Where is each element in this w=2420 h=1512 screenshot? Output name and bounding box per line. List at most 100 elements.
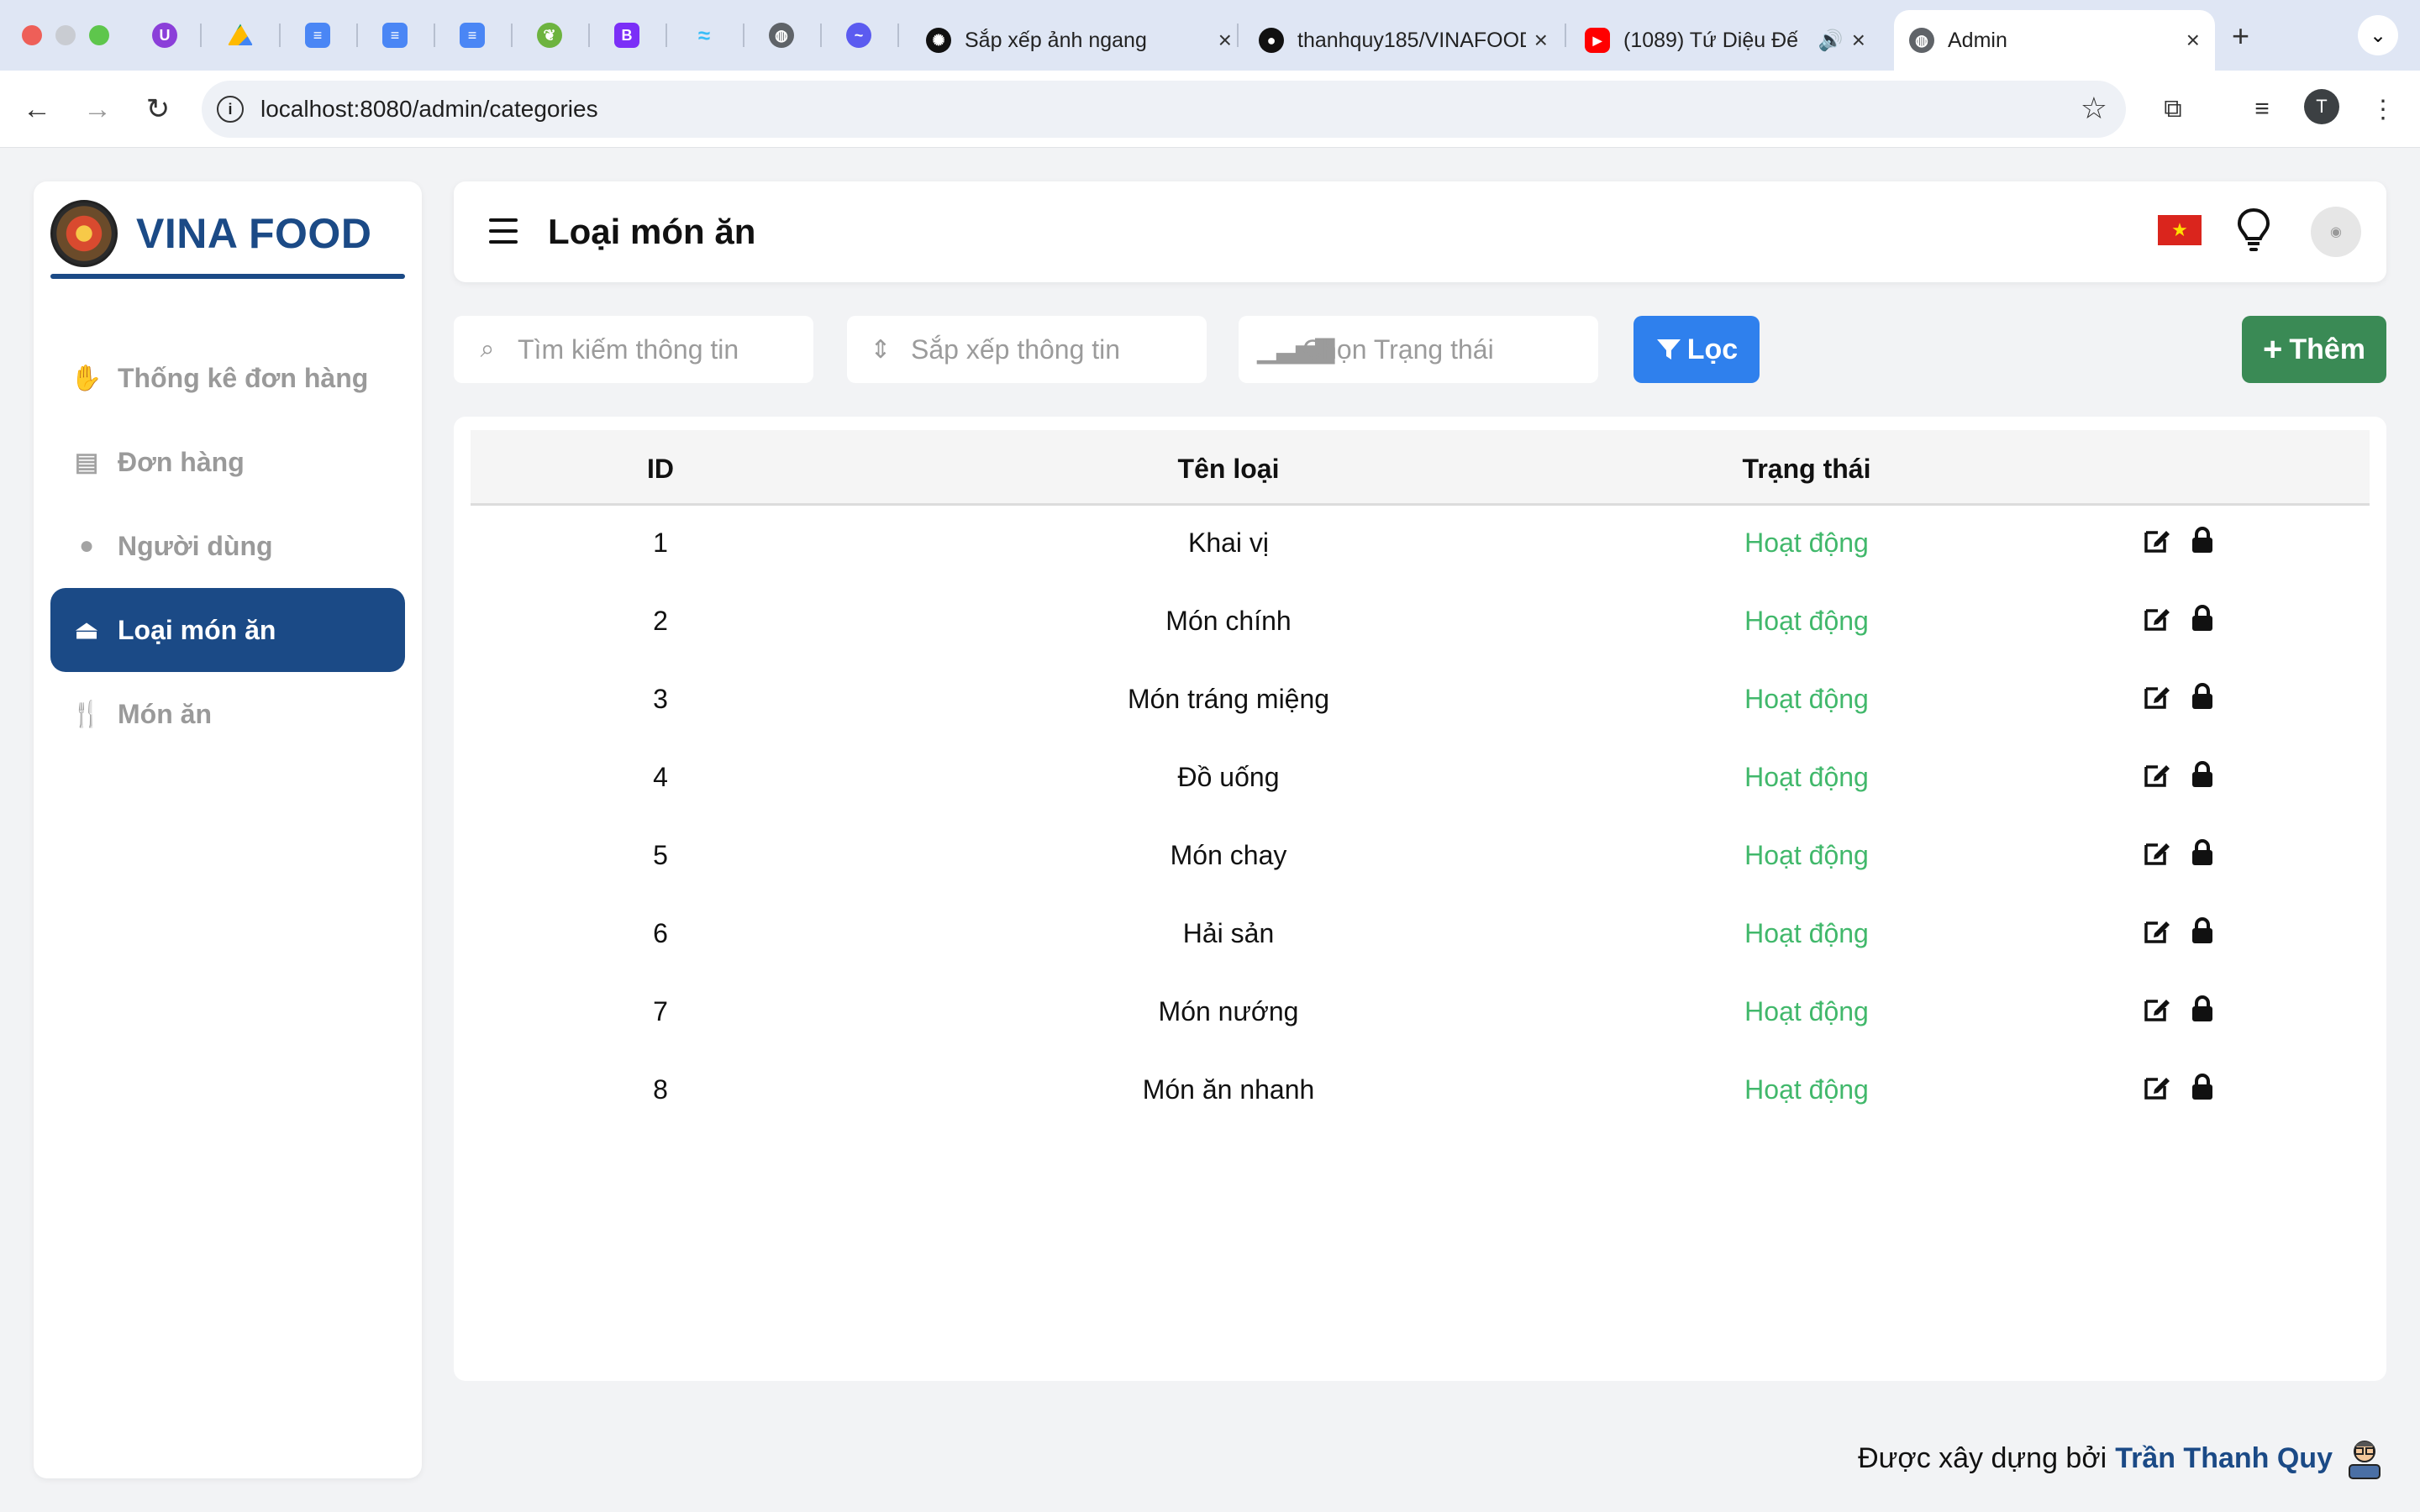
globe-icon: ◍ (769, 23, 794, 48)
docs-icon: ≡ (305, 23, 330, 48)
back-button[interactable]: ← (17, 89, 57, 129)
audio-playing-icon[interactable]: 🔊 (1818, 29, 1844, 53)
brand[interactable]: VINA FOOD (50, 200, 371, 267)
cell-id: 4 (653, 762, 668, 792)
status-badge: Hoạt động (1744, 840, 1869, 870)
lock-icon[interactable] (2188, 1073, 2217, 1101)
filter-button[interactable]: Lọc (1634, 316, 1760, 383)
table-row: 1 Khai vị Hoạt động (471, 504, 2370, 582)
lock-icon[interactable] (2188, 916, 2217, 945)
cell-id: 8 (653, 1074, 668, 1105)
sidebar: VINA FOOD ✋ Thống kê đơn hàng ▤ Đơn hàng… (34, 181, 422, 1478)
pinned-tab-app[interactable]: ~ (840, 17, 877, 54)
site-info-icon[interactable]: i (217, 96, 244, 123)
lock-icon[interactable] (2188, 995, 2217, 1023)
pinned-tab-tailwind[interactable]: ≈ (686, 17, 723, 54)
extensions-button[interactable]: ⧉ (2153, 89, 2193, 129)
status-select[interactable]: ▁▃▅▇ Chọn Trạng thái (1239, 316, 1598, 383)
status-placeholder: Chọn Trạng thái (1302, 333, 1494, 365)
hamburger-menu-icon[interactable] (489, 218, 518, 244)
drive-icon (228, 24, 253, 45)
table-header: ID Tên loại Trạng thái (471, 430, 2370, 506)
window-zoom-button[interactable] (89, 25, 109, 45)
pinned-tab-docs-1[interactable]: ≡ (299, 17, 336, 54)
sidebar-item-order-stats[interactable]: ✋ Thống kê đơn hàng (50, 336, 405, 420)
lock-icon[interactable] (2188, 604, 2217, 633)
tab-admin[interactable]: ◍ Admin × (1894, 10, 2215, 71)
globe-icon: ◍ (1909, 28, 1934, 53)
profile-avatar[interactable]: T (2304, 89, 2339, 124)
categories-table: ID Tên loại Trạng thái 1 Khai vị Hoạt động… (454, 417, 2386, 1381)
sidebar-item-categories[interactable]: ⏏ Loại món ăn (50, 588, 405, 672)
image-placeholder-icon: ◉ (2330, 225, 2342, 239)
new-tab-button[interactable]: + (2232, 18, 2249, 54)
add-button-label: Thêm (2289, 333, 2366, 365)
pinned-tab-docs-2[interactable]: ≡ (376, 17, 413, 54)
table-row: 5 Món chay Hoạt động (471, 816, 2370, 895)
search-input[interactable]: ⌕ Tìm kiếm thông tin (454, 316, 813, 383)
lock-icon[interactable] (2188, 682, 2217, 711)
edit-icon[interactable] (2143, 604, 2171, 633)
user-avatar[interactable]: ◉ (2311, 207, 2361, 257)
lock-icon[interactable] (2188, 760, 2217, 789)
edit-icon[interactable] (2143, 682, 2171, 711)
cell-id: 5 (653, 840, 668, 870)
search-placeholder: Tìm kiếm thông tin (518, 333, 739, 365)
lock-icon[interactable] (2188, 838, 2217, 867)
column-header-status: Trạng thái (1742, 454, 1871, 484)
reload-button[interactable]: ↻ (138, 89, 178, 129)
footer-prefix: Được xây dựng bởi (1858, 1441, 2107, 1474)
media-controls-button[interactable]: ≡ (2242, 89, 2282, 129)
cell-name: Đồ uống (1177, 762, 1280, 792)
footer-author-link[interactable]: Trần Thanh Quy (2115, 1442, 2333, 1475)
table-row: 4 Đồ uống Hoạt động (471, 738, 2370, 816)
tab-youtube[interactable]: ▶ (1089) Tứ Diệu Đế 🔊 × (1570, 10, 1881, 71)
status-badge: Hoạt động (1744, 1074, 1869, 1105)
app-icon: U (152, 23, 177, 48)
edit-icon[interactable] (2143, 760, 2171, 789)
sidebar-item-users[interactable]: ● Người dùng (50, 504, 405, 588)
lightbulb-icon[interactable] (2235, 207, 2272, 254)
edit-icon[interactable] (2143, 1073, 2171, 1101)
vietnam-flag-icon[interactable]: ★ (2158, 215, 2202, 245)
forward-button[interactable]: → (77, 89, 118, 129)
cell-id: 7 (653, 996, 668, 1026)
add-button[interactable]: + Thêm (2242, 316, 2386, 383)
sort-select[interactable]: ⇕ Sắp xếp thông tin (847, 316, 1207, 383)
cell-id: 3 (653, 684, 668, 714)
search-icon: ⌕ (480, 335, 495, 363)
tab-github[interactable]: ● thanhquy185/VINAFOOD × (1244, 10, 1563, 71)
pinned-tab-docs-3[interactable]: ≡ (454, 17, 491, 54)
window-minimize-button[interactable] (55, 25, 76, 45)
browser-menu-button[interactable]: ⋮ (2363, 89, 2403, 129)
close-icon[interactable]: × (1852, 27, 1865, 54)
tab-search-button[interactable]: ⌄ (2358, 15, 2398, 55)
window-close-button[interactable] (22, 25, 42, 45)
sidebar-item-dishes[interactable]: 🍴 Món ăn (50, 672, 405, 756)
cell-name: Món chính (1165, 606, 1292, 636)
sidebar-item-orders[interactable]: ▤ Đơn hàng (50, 420, 405, 504)
browser-tab-bar: U ≡ ≡ ≡ ❦ B ≈ ◍ ~ ✺ Sắp xếp ảnh ngang × … (0, 0, 2420, 71)
edit-icon[interactable] (2143, 838, 2171, 867)
pinned-tab-globe[interactable]: ◍ (763, 17, 800, 54)
cell-name: Khai vị (1187, 528, 1270, 558)
hand-coin-icon: ✋ (71, 364, 103, 392)
table-row: 2 Món chính Hoạt động (471, 582, 2370, 660)
address-bar[interactable]: i localhost:8080/admin/categories ☆ (202, 81, 2126, 138)
pinned-tab-bootstrap[interactable]: B (608, 17, 645, 54)
close-icon[interactable]: × (1534, 27, 1548, 54)
pinned-tab-1[interactable]: U (146, 17, 183, 54)
tab-sap-xep-anh[interactable]: ✺ Sắp xếp ảnh ngang × (911, 10, 1247, 71)
pinned-tab-spring[interactable]: ❦ (531, 17, 568, 54)
lock-icon[interactable] (2188, 526, 2217, 554)
sidebar-item-label: Đơn hàng (118, 446, 245, 477)
pinned-tab-drive[interactable] (222, 17, 259, 54)
user-icon: ● (78, 532, 95, 559)
close-icon[interactable]: × (2186, 27, 2200, 54)
edit-icon[interactable] (2143, 995, 2171, 1023)
bookmark-star-icon[interactable]: ☆ (2081, 91, 2107, 126)
edit-icon[interactable] (2143, 526, 2171, 554)
url-text: localhost:8080/admin/categories (260, 96, 598, 122)
close-icon[interactable]: × (1218, 27, 1232, 54)
edit-icon[interactable] (2143, 916, 2171, 945)
